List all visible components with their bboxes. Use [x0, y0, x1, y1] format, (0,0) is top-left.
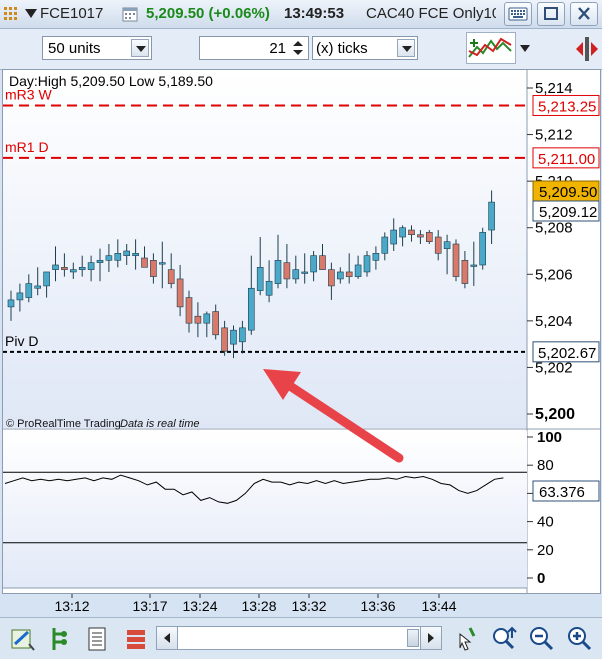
time-tick-label: 13:24 [182, 598, 217, 614]
price-tick-label: 5,204 [535, 313, 573, 330]
indicators-dropdown-icon[interactable] [520, 45, 530, 52]
symbol-label[interactable]: FCE1017 [40, 5, 103, 22]
draw-tool-icon[interactable] [10, 626, 36, 652]
level-price-text: 5,211.00 [538, 151, 595, 168]
indicator-tick-label: 40 [537, 514, 554, 531]
dropdown-arrow-icon[interactable] [25, 9, 37, 18]
price-tick-label: 5,214 [535, 80, 573, 97]
scroll-right-icon[interactable] [420, 627, 441, 649]
price-tick-label: 5,212 [535, 127, 573, 144]
day-range-info: Day:High 5,209.50 Low 5,189.50 [9, 73, 213, 89]
maximize-button[interactable] [537, 2, 565, 26]
chart-panel[interactable]: 5,2145,2125,2105,2085,2065,2045,2025,200… [2, 69, 601, 594]
price-tick-label: 5,206 [535, 266, 573, 283]
time-tick-label: 13:28 [241, 598, 276, 614]
last-price-tag: 5,209.12 [532, 200, 600, 222]
chart-toolbar: 50 units 21 (x) ticks [0, 29, 602, 70]
units-value: 50 units [48, 40, 101, 57]
keyboard-button[interactable] [504, 2, 532, 26]
current-price-tag: 5,209.50 [532, 180, 600, 202]
level-label: mR1 D [5, 139, 49, 155]
ticks-mode-select[interactable]: (x) ticks [312, 36, 418, 60]
candle[interactable] [452, 239, 460, 282]
level-label: Piv D [5, 333, 38, 349]
sync-arrows-icon[interactable] [574, 34, 600, 64]
indicator-tick-label: 20 [537, 542, 554, 559]
clock-label: 13:49:53 [284, 5, 345, 22]
price-tick-label: 5,200 [535, 406, 575, 423]
chevron-down-icon[interactable] [397, 39, 415, 57]
indicator-tool-icon[interactable] [48, 626, 74, 652]
instrument-name-label: CAC40 FCE Only10 [366, 5, 496, 22]
scroll-thumb[interactable] [407, 629, 419, 647]
cursor-icon[interactable] [452, 626, 478, 652]
horizontal-scrollbar[interactable] [156, 626, 442, 650]
layers-tool-icon[interactable] [124, 626, 150, 652]
copyright-text: © ProRealTime Trading [6, 418, 121, 430]
scroll-left-icon[interactable] [157, 627, 178, 649]
time-tick-label: 13:17 [132, 598, 167, 614]
price-axis: 5,2145,2125,2105,2085,2065,2045,2025,200 [527, 80, 575, 423]
level-price-text: 5,213.25 [538, 98, 596, 115]
ticks-mode-value: (x) ticks [316, 40, 368, 57]
list-tool-icon[interactable] [86, 626, 112, 652]
chevron-down-icon[interactable] [131, 39, 149, 57]
candle[interactable] [425, 230, 433, 245]
last-price-text: 5,209.12 [539, 204, 597, 221]
indicator-value-text: 63.376 [539, 484, 585, 501]
stepper-arrows-icon[interactable] [290, 39, 306, 57]
time-axis: 13:12 13:17 13:24 13:28 13:32 13:36 13:44 [2, 594, 526, 616]
indicator-tick-label: 100 [537, 429, 562, 446]
indicator-tick-label: 80 [537, 457, 554, 474]
time-tick-label: 13:44 [421, 598, 456, 614]
time-tick-label: 13:36 [360, 598, 395, 614]
indicators-icon[interactable] [466, 32, 516, 64]
time-tick-label: 13:12 [54, 598, 89, 614]
zoom-in-icon[interactable] [566, 626, 592, 652]
bottom-toolbar [0, 617, 602, 659]
price-tick-label: 5,208 [535, 220, 573, 237]
indicator-value-tag: 63.376 [532, 480, 600, 502]
grid-icon[interactable] [4, 7, 18, 21]
calendar-icon[interactable] [122, 6, 138, 22]
current-price-text: 5,209.50 [539, 184, 597, 201]
annotation-arrow [263, 369, 404, 463]
zoom-out-icon[interactable] [528, 626, 554, 652]
candle[interactable] [479, 227, 487, 270]
indicator-axis: 100806040200 [527, 429, 562, 587]
units-select[interactable]: 50 units [42, 36, 152, 60]
window-title-bar: FCE1017 5,209.50 (+0.06%) 13:49:53 CAC40… [0, 0, 602, 29]
zoom-fit-icon[interactable] [490, 626, 517, 652]
ticks-value: 21 [269, 40, 286, 57]
close-button[interactable] [570, 2, 598, 26]
price-change-label: 5,209.50 (+0.06%) [146, 5, 270, 22]
time-tick-label: 13:32 [291, 598, 326, 614]
ticks-stepper[interactable]: 21 [199, 36, 309, 60]
realtime-note: Data is real time [120, 418, 199, 430]
level-price-text: 5,202.67 [538, 345, 596, 362]
indicator-tick-label: 0 [537, 570, 545, 587]
